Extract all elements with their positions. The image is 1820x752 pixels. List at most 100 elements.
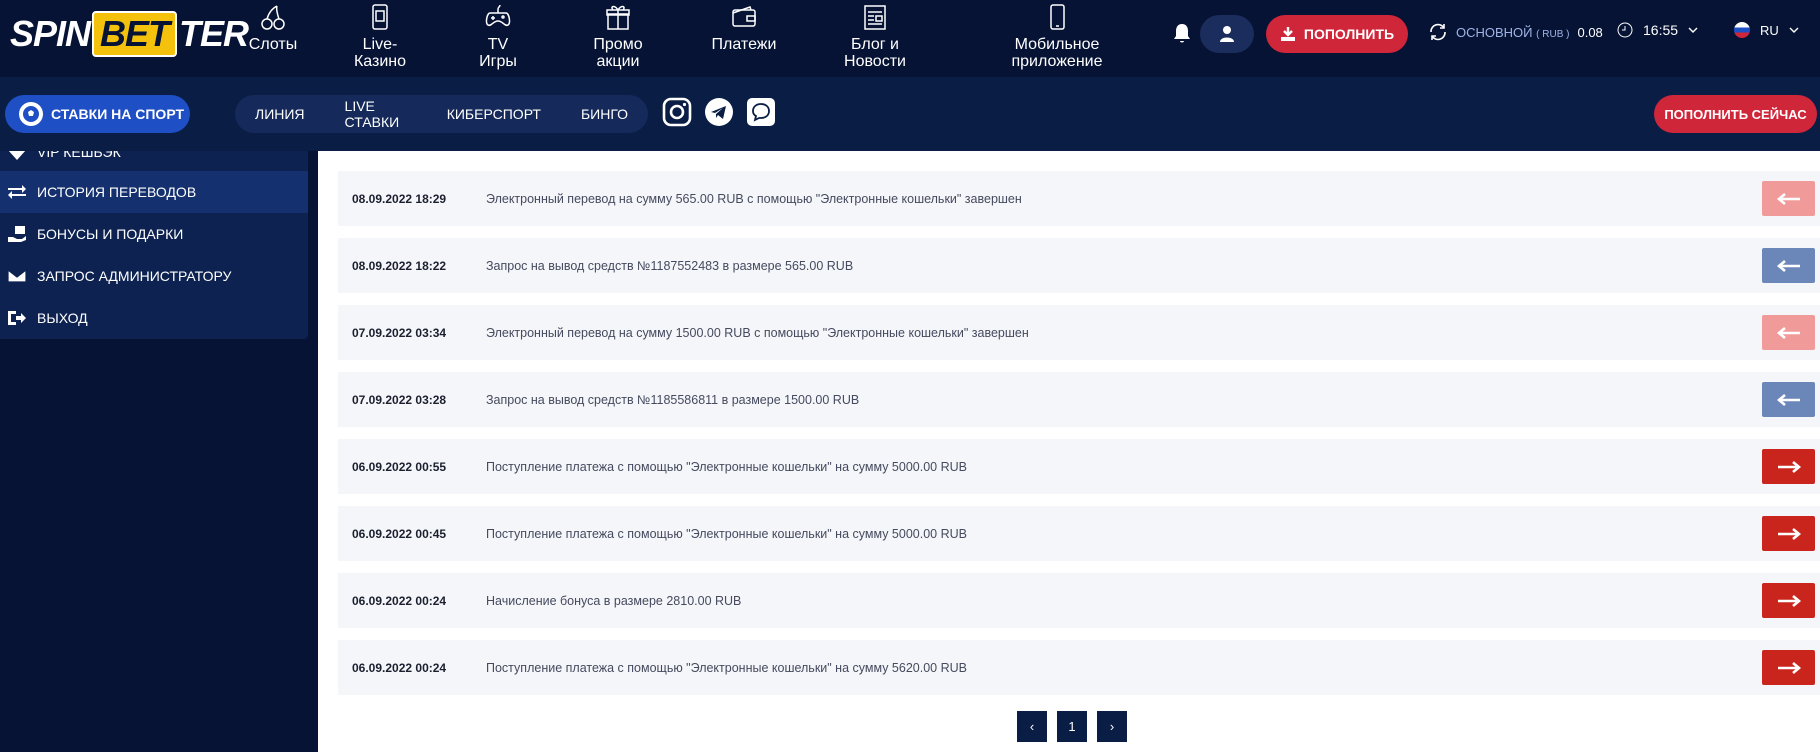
nav-label: Промо акции (593, 36, 643, 70)
wallet-icon (729, 2, 759, 32)
user-profile-button[interactable] (1200, 15, 1254, 53)
envelope-icon (7, 269, 27, 283)
nav-mobile[interactable]: Мобильное приложение (1005, 0, 1109, 77)
refresh-icon[interactable] (1428, 22, 1448, 42)
table-row: 06.09.2022 00:45 Поступление платежа с п… (338, 506, 1820, 561)
transaction-description: Электронный перевод на сумму 565.00 RUB … (486, 191, 1022, 206)
sidebar-item-bonuses[interactable]: БОНУСЫ И ПОДАРКИ (0, 213, 308, 255)
secondary-header: СТАВКИ НА СПОРТ ЛИНИЯ LIVE СТАВКИ КИБЕРС… (0, 77, 1820, 151)
balance-currency: ( RUB ) (1536, 28, 1570, 40)
sports-betting-button[interactable]: СТАВКИ НА СПОРТ (5, 95, 190, 133)
clock-time: 16:55 (1643, 22, 1679, 38)
nav-slots[interactable]: Слоты (248, 0, 298, 77)
nav-label: TV Игры (479, 36, 517, 70)
transaction-description: Поступление платежа с помощью "Электронн… (486, 526, 967, 541)
transaction-date: 07.09.2022 03:34 (352, 325, 447, 340)
nav-blog[interactable]: Блог и Новости (840, 0, 910, 77)
download-icon (1280, 27, 1295, 41)
account-menu: VIP КЕШБЭК ИСТОРИЯ ПЕРЕВОДОВ БОНУСЫ И ПО… (0, 151, 308, 339)
pagination-prev-button[interactable]: ‹ (1017, 711, 1047, 742)
deposit-button-label: ПОПОЛНИТЬ (1303, 26, 1395, 42)
chat-icon[interactable] (746, 97, 776, 127)
arrow-right-icon (1777, 460, 1801, 473)
language-code: RU (1760, 22, 1779, 38)
nav-live-bets[interactable]: LIVE СТАВКИ (325, 98, 427, 130)
brand-logo[interactable]: SPIN BET TER (10, 11, 249, 57)
table-row: 08.09.2022 18:22 Запрос на вывод средств… (338, 238, 1820, 293)
transaction-direction-badge (1762, 583, 1815, 618)
transfer-arrows-icon (8, 185, 26, 199)
nav-esports[interactable]: КИБЕРСПОРТ (427, 106, 561, 122)
table-row: 06.09.2022 00:24 Поступление платежа с п… (338, 640, 1820, 695)
table-row: 07.09.2022 03:34 Электронный перевод на … (338, 305, 1820, 360)
newspaper-icon (860, 2, 890, 32)
sidebar-item-logout[interactable]: ВЫХОД (0, 297, 308, 339)
transaction-date: 06.09.2022 00:24 (352, 593, 447, 608)
transfer-history-panel: 08.09.2022 18:29 Электронный перевод на … (318, 151, 1820, 752)
sports-betting-label: СТАВКИ НА СПОРТ (51, 106, 185, 122)
pagination-next-button[interactable]: › (1097, 711, 1127, 742)
clock-icon (1617, 22, 1633, 38)
instagram-icon[interactable] (662, 97, 692, 127)
arrow-left-icon (1776, 326, 1800, 339)
logo-text-mid: BET (92, 11, 178, 57)
language-selector[interactable]: RU (1734, 22, 1799, 38)
russia-flag-icon (1734, 22, 1750, 38)
nav-live-casino[interactable]: Live-Казино (345, 0, 415, 77)
pagination-page-button[interactable]: 1 (1057, 711, 1087, 742)
gamepad-icon (483, 2, 513, 32)
bell-icon[interactable] (1172, 22, 1192, 44)
nav-bingo[interactable]: БИНГО (561, 106, 648, 122)
gift-hand-icon (8, 226, 26, 242)
smartphone-icon (1042, 2, 1072, 32)
clock: 16:55 (1617, 22, 1698, 38)
sidebar-item-label: БОНУСЫ И ПОДАРКИ (37, 226, 184, 242)
gift-icon (603, 2, 633, 32)
table-row: 07.09.2022 03:28 Запрос на вывод средств… (338, 372, 1820, 427)
transaction-direction-badge (1762, 181, 1815, 216)
nav-label: Live-Казино (353, 36, 407, 70)
transaction-date: 08.09.2022 18:22 (352, 258, 447, 273)
table-row: 06.09.2022 00:55 Поступление платежа с п… (338, 439, 1820, 494)
transaction-direction-badge (1762, 449, 1815, 484)
sidebar-item-vip-cashback[interactable]: VIP КЕШБЭК (0, 151, 308, 173)
betting-nav: ЛИНИЯ LIVE СТАВКИ КИБЕРСПОРТ БИНГО (235, 95, 648, 133)
deposit-now-button[interactable]: ПОПОЛНИТЬ СЕЙЧАС (1654, 95, 1817, 133)
sidebar-item-transfer-history[interactable]: ИСТОРИЯ ПЕРЕВОДОВ (0, 171, 308, 213)
sidebar-item-label: ЗАПРОС АДМИНИСТРАТОРУ (37, 268, 232, 284)
diamond-icon (8, 151, 26, 160)
nav-tv-games[interactable]: TV Игры (470, 0, 526, 77)
logo-text-right: TER (179, 13, 249, 54)
chevron-down-icon[interactable] (1688, 27, 1698, 33)
balance-selector[interactable]: ОСНОВНОЙ ( RUB ) 0.08 (1428, 22, 1603, 42)
balance-value: 0.08 (1577, 24, 1603, 40)
sidebar-item-label: ИСТОРИЯ ПЕРЕВОДОВ (37, 184, 197, 200)
football-icon (19, 102, 43, 126)
transaction-date: 06.09.2022 00:55 (352, 459, 447, 474)
nav-label: Мобильное приложение (1011, 36, 1103, 70)
nav-label: Платежи (711, 36, 777, 53)
transaction-description: Поступление платежа с помощью "Электронн… (486, 660, 967, 675)
telegram-icon[interactable] (704, 97, 734, 127)
nav-label: Слоты (248, 36, 298, 53)
transaction-direction-badge (1762, 516, 1815, 551)
transaction-description: Электронный перевод на сумму 1500.00 RUB… (486, 325, 1029, 340)
transaction-direction-badge (1762, 650, 1815, 685)
deposit-button[interactable]: ПОПОЛНИТЬ (1266, 15, 1408, 53)
cherries-icon (258, 2, 288, 32)
nav-promo[interactable]: Промо акции (585, 0, 651, 77)
balance-label: ОСНОВНОЙ ( RUB ) (1456, 24, 1570, 40)
transaction-direction-badge (1762, 382, 1815, 417)
transaction-date: 08.09.2022 18:29 (352, 191, 447, 206)
nav-line[interactable]: ЛИНИЯ (235, 106, 325, 122)
nav-payments[interactable]: Платежи (707, 0, 781, 77)
logout-icon (8, 311, 26, 325)
table-row: 08.09.2022 18:29 Электронный перевод на … (338, 171, 1820, 226)
sidebar-item-admin-request[interactable]: ЗАПРОС АДМИНИСТРАТОРУ (0, 255, 308, 297)
transaction-description: Запрос на вывод средств №1185586811 в ра… (486, 392, 860, 407)
transaction-date: 07.09.2022 03:28 (352, 392, 447, 407)
sidebar-item-label: ВЫХОД (37, 310, 88, 326)
transaction-description: Поступление платежа с помощью "Электронн… (486, 459, 967, 474)
arrow-right-icon (1777, 594, 1801, 607)
transaction-date: 06.09.2022 00:24 (352, 660, 447, 675)
